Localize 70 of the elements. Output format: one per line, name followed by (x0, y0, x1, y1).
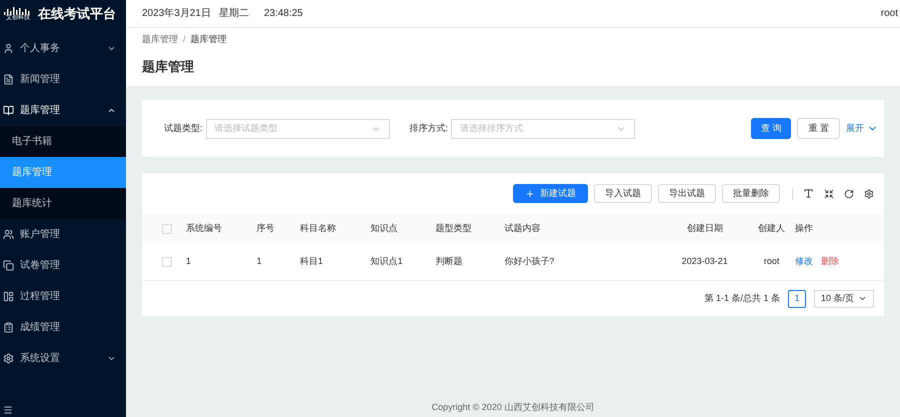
expand-link[interactable]: 展开 (846, 122, 878, 136)
submenu-item[interactable]: 电子书籍 (0, 126, 126, 157)
density-icon[interactable] (803, 188, 814, 199)
table-cell-text: 知识点1 (370, 254, 404, 268)
checkbox[interactable] (162, 224, 172, 234)
sidebar-item[interactable]: 试卷管理 (0, 250, 126, 281)
sidebar-item[interactable]: 账户管理 (0, 219, 126, 250)
time-text: 23:48:25 (264, 7, 303, 21)
pagination-summary: 第 1-1 条/总共 1 条 (704, 292, 780, 305)
filter-label: 试题类型: (164, 122, 203, 135)
toolbar-button[interactable]: 导入试题 (594, 184, 652, 203)
toolbar-button[interactable]: 新建试题 (513, 184, 588, 203)
submenu-item[interactable]: 题库统计 (0, 188, 126, 219)
weekday-text: 星期二 (218, 6, 249, 21)
table-cell-text: root (762, 254, 780, 268)
caret-icon (107, 354, 116, 363)
column-header: 系统编号 (186, 222, 223, 235)
menu-icon (3, 43, 14, 54)
table-cell-text: 1 (186, 254, 192, 268)
column-header: 创建人 (757, 222, 786, 235)
column-header: 序号 (256, 222, 276, 235)
sidebar-item[interactable]: 成绩管理 (0, 312, 126, 343)
caret-icon (107, 44, 116, 53)
menu-icon (3, 229, 14, 240)
menu-icon (3, 353, 14, 364)
fullscreen-icon[interactable] (824, 188, 834, 198)
table-cell-text: 2023-03-21 (680, 254, 729, 268)
column-header: 创建日期 (686, 222, 724, 235)
caret-icon (107, 106, 116, 115)
column-header: 科目名称 (300, 222, 337, 235)
query-button[interactable]: 查 询 (750, 118, 792, 139)
page-title: 题库管理 (142, 58, 195, 76)
breadcrumb-separator: / (183, 33, 186, 46)
column-header: 操作 (795, 222, 814, 235)
page-size-select[interactable]: 10 条/页 (814, 290, 874, 308)
menu-icon (3, 74, 14, 85)
column-header: 试题内容 (504, 222, 542, 235)
user-name[interactable]: root (880, 6, 898, 21)
checkbox[interactable] (162, 256, 172, 266)
collapse-icon[interactable] (3, 405, 13, 415)
settings-icon[interactable] (864, 188, 874, 198)
table-cell-text: 1 (256, 254, 263, 268)
copyright-text: Copyright © 2020 山西艾创科技有限公司 (430, 400, 596, 414)
table-cell-text: 科目1 (300, 254, 324, 268)
breadcrumb-link[interactable]: 题库管理 (142, 33, 178, 47)
logo-icon (4, 6, 32, 14)
page-button[interactable]: 1 (788, 290, 806, 308)
sidebar-item[interactable]: 个人事务 (0, 33, 126, 64)
sidebar-item[interactable]: 新闻管理 (0, 64, 126, 95)
column-header: 题型类型 (436, 222, 472, 235)
edit-link[interactable]: 修改 (795, 254, 814, 268)
menu-icon (3, 291, 14, 302)
table-cell-text: 判断题 (436, 254, 464, 268)
dropdown-icon (858, 294, 867, 303)
table-cell-text: 你好小孩子? (504, 254, 556, 268)
menu-icon (3, 105, 14, 116)
sidebar-item[interactable]: 过程管理 (0, 281, 126, 312)
toolbar-button[interactable]: 导出试题 (658, 184, 716, 203)
filter-label: 排序方式: (410, 122, 448, 135)
plus-icon (525, 188, 535, 198)
date-text: 2023年3月21日 (142, 7, 211, 21)
app-title: 在线考试平台 (38, 5, 116, 24)
menu-icon (3, 322, 14, 333)
menu-icon (3, 260, 14, 271)
column-header: 知识点 (370, 222, 399, 235)
toolbar-button[interactable]: 批量删除 (722, 184, 780, 203)
reload-icon[interactable] (844, 188, 854, 198)
sidebar-item[interactable]: 题库管理 (0, 95, 126, 126)
sidebar-item[interactable]: 系统设置 (0, 343, 126, 374)
reset-button[interactable]: 重 置 (797, 118, 840, 139)
